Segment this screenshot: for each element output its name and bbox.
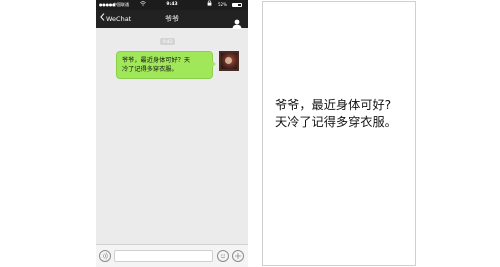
- plus-icon: [235, 253, 241, 259]
- phone-screen: ●●●●● 中国联通 9:43 52% WeChat 爷爷 9:43 爷爷，最近…: [96, 0, 248, 267]
- contact-info-button[interactable]: [232, 14, 242, 29]
- lock-icon: [207, 0, 212, 10]
- message-line-1: 爷爷，最近身体可好？天: [122, 57, 191, 64]
- input-toolbar: [96, 244, 248, 267]
- sent-message-bubble[interactable]: 爷爷，最近身体可好？天 冷了记得多穿衣服。: [116, 51, 216, 79]
- avatar-face: [225, 57, 232, 64]
- avatar[interactable]: [219, 51, 239, 71]
- emoji-button[interactable]: [217, 250, 229, 262]
- panel-text: 爷爷，最近身体可好? 天冷了记得多穿衣服。: [275, 97, 397, 131]
- chat-title: 爷爷: [165, 15, 179, 23]
- status-bar: ●●●●● 中国联通 9:43 52%: [96, 0, 248, 10]
- battery-fill: [233, 4, 238, 7]
- message-input[interactable]: [114, 250, 213, 262]
- message-line-2: 冷了记得多穿衣服。: [122, 66, 178, 73]
- message-timestamp: 9:43: [160, 38, 175, 45]
- more-button[interactable]: [232, 250, 244, 262]
- chat-area[interactable]: 9:43 爷爷，最近身体可好？天 冷了记得多穿衣服。: [96, 28, 248, 244]
- battery-percentage: 52%: [218, 2, 227, 7]
- panel-line-2: 天冷了记得多穿衣服。: [275, 115, 397, 129]
- nav-bar: WeChat 爷爷: [96, 10, 248, 29]
- battery-icon: [232, 3, 242, 7]
- panel-line-1: 爷爷，最近身体可好?: [275, 98, 392, 112]
- text-panel: 爷爷，最近身体可好? 天冷了记得多穿衣服。: [262, 1, 416, 266]
- voice-icon: [102, 252, 108, 260]
- voice-button[interactable]: [99, 250, 111, 262]
- emoji-icon: [220, 254, 226, 259]
